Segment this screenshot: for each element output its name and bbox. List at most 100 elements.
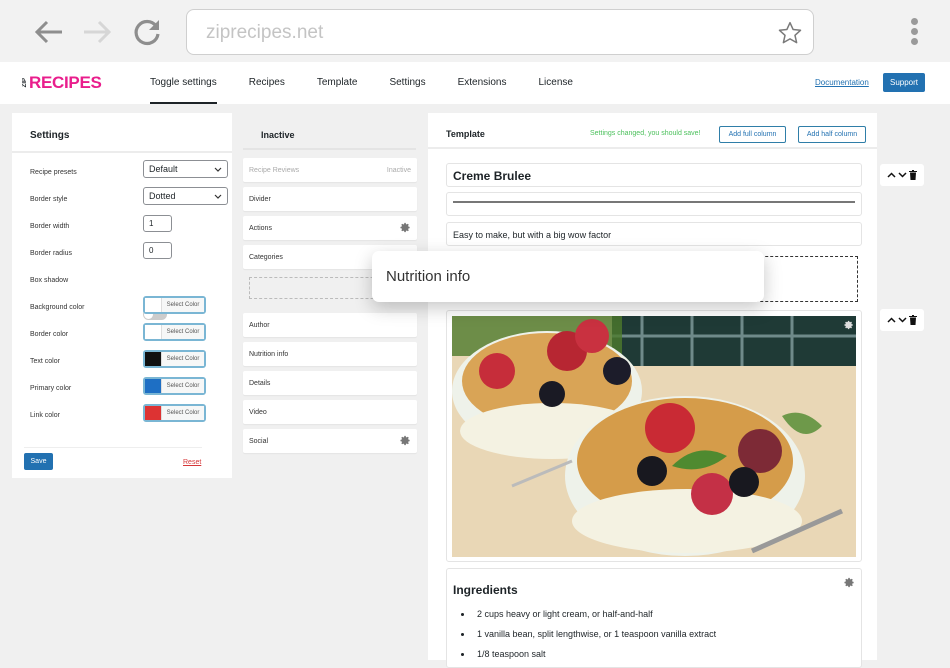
border-style-select[interactable]: Dotted bbox=[143, 187, 228, 205]
item-label: Author bbox=[249, 321, 270, 329]
template-title: Template bbox=[446, 129, 485, 139]
border-color-picker[interactable]: Select Color bbox=[143, 323, 206, 341]
tab-toggle-settings[interactable]: Toggle settings bbox=[150, 62, 217, 104]
border-color-label: Border color bbox=[30, 331, 69, 338]
divider-line bbox=[453, 201, 855, 203]
tab-license[interactable]: License bbox=[539, 62, 573, 104]
tab-recipes[interactable]: Recipes bbox=[249, 62, 285, 104]
color-swatch bbox=[145, 325, 162, 339]
background-color-label: Background color bbox=[30, 304, 85, 311]
chevron-down-icon bbox=[214, 167, 222, 172]
color-swatch bbox=[145, 298, 162, 312]
item-label: Details bbox=[249, 379, 271, 387]
kebab-menu-icon bbox=[910, 18, 918, 25]
gear-icon[interactable] bbox=[400, 222, 411, 235]
recipe-title-block[interactable]: Creme Brulee bbox=[446, 163, 862, 187]
ingredients-block[interactable]: Ingredients 2 cups heavy or light cream,… bbox=[446, 568, 862, 668]
bookmark-button[interactable] bbox=[777, 20, 803, 51]
border-width-label: Border width bbox=[30, 223, 70, 230]
recipe-presets-label: Recipe presets bbox=[30, 169, 77, 176]
item-label: Divider bbox=[249, 195, 271, 203]
inactive-item-recipe-reviews[interactable]: Recipe Reviews Inactive bbox=[243, 158, 417, 182]
primary-color-label: Primary color bbox=[30, 385, 72, 392]
border-radius-input[interactable]: 0 bbox=[143, 242, 172, 259]
address-bar[interactable]: ziprecipes.net bbox=[186, 9, 814, 55]
inactive-status: Inactive bbox=[386, 166, 411, 174]
recipe-image bbox=[452, 316, 856, 557]
background-color-picker[interactable]: Select Color bbox=[143, 296, 206, 314]
ingredient-item: 2 cups heavy or light cream, or half-and… bbox=[473, 609, 855, 619]
settings-panel: Settings Recipe presets Default Border s… bbox=[12, 113, 232, 478]
inactive-item-social[interactable]: Social bbox=[243, 429, 417, 453]
gear-icon[interactable] bbox=[844, 575, 855, 593]
reload-button[interactable] bbox=[131, 16, 163, 48]
reset-link[interactable]: Reset bbox=[183, 459, 201, 466]
main-tabs: Toggle settings Recipes Template Setting… bbox=[150, 62, 605, 104]
settings-title: Settings bbox=[12, 113, 232, 153]
border-style-label: Border style bbox=[30, 196, 68, 203]
divider-block[interactable] bbox=[446, 192, 862, 216]
chevron-up-icon[interactable] bbox=[887, 317, 896, 323]
row-controls bbox=[880, 309, 924, 331]
browser-menu-button[interactable] bbox=[907, 18, 921, 48]
star-icon bbox=[778, 21, 802, 44]
save-button[interactable]: Save bbox=[24, 453, 53, 470]
item-label: Video bbox=[249, 408, 267, 416]
back-button[interactable] bbox=[33, 16, 65, 48]
description-block[interactable]: Easy to make, but with a big wow factor bbox=[446, 222, 862, 246]
support-button[interactable]: Support bbox=[883, 73, 925, 92]
tab-settings[interactable]: Settings bbox=[389, 62, 425, 104]
select-color-label: Select Color bbox=[162, 298, 204, 312]
chevron-down-icon[interactable] bbox=[898, 317, 907, 323]
select-color-label: Select Color bbox=[162, 352, 204, 366]
text-color-picker[interactable]: Select Color bbox=[143, 350, 206, 368]
recipe-presets-select[interactable]: Default bbox=[143, 160, 228, 178]
item-label: Actions bbox=[249, 224, 272, 232]
text-color-label: Text color bbox=[30, 358, 60, 365]
inactive-item-nutrition-info[interactable]: Nutrition info bbox=[243, 342, 417, 366]
select-color-label: Select Color bbox=[162, 325, 204, 339]
inactive-item-video[interactable]: Video bbox=[243, 400, 417, 424]
chevron-down-icon bbox=[214, 194, 222, 199]
inactive-item-author[interactable]: Author bbox=[243, 313, 417, 337]
tab-extensions[interactable]: Extensions bbox=[458, 62, 507, 104]
border-radius-label: Border radius bbox=[30, 250, 73, 257]
item-label: Social bbox=[249, 437, 269, 445]
template-header: Template Settings changed, you should sa… bbox=[428, 113, 877, 149]
app-header: ZIP RECIPES Toggle settings Recipes Temp… bbox=[0, 62, 950, 104]
trash-icon[interactable] bbox=[909, 315, 917, 325]
inactive-item-actions[interactable]: Actions bbox=[243, 216, 417, 240]
primary-color-picker[interactable]: Select Color bbox=[143, 377, 206, 395]
url-text: ziprecipes.net bbox=[206, 22, 324, 43]
recipe-description: Easy to make, but with a big wow factor bbox=[453, 230, 612, 240]
gear-icon[interactable] bbox=[844, 317, 854, 335]
ingredients-list: 2 cups heavy or light cream, or half-and… bbox=[453, 609, 855, 659]
logo-text: RECIPES bbox=[29, 73, 102, 92]
item-label: Nutrition info bbox=[249, 350, 289, 358]
drag-preview[interactable]: Nutrition info bbox=[372, 251, 764, 302]
recipe-presets-value: Default bbox=[149, 164, 178, 174]
ingredient-item: 1/8 teaspoon salt bbox=[473, 649, 855, 659]
gear-icon[interactable] bbox=[400, 435, 411, 448]
tab-template[interactable]: Template bbox=[317, 62, 358, 104]
chevron-up-icon[interactable] bbox=[887, 172, 896, 178]
row-controls bbox=[880, 164, 924, 186]
arrow-left-icon bbox=[34, 20, 62, 44]
link-color-picker[interactable]: Select Color bbox=[143, 404, 206, 422]
trash-icon[interactable] bbox=[909, 170, 917, 180]
ingredient-item: 1 vanilla bean, split lengthwise, or 1 t… bbox=[473, 629, 855, 639]
inactive-item-details[interactable]: Details bbox=[243, 371, 417, 395]
chevron-down-icon[interactable] bbox=[898, 172, 907, 178]
inactive-item-divider[interactable]: Divider bbox=[243, 187, 417, 211]
add-full-column-button[interactable]: Add full column bbox=[719, 126, 786, 143]
browser-toolbar: ziprecipes.net bbox=[0, 0, 950, 62]
divider bbox=[24, 447, 202, 448]
add-half-column-button[interactable]: Add half column bbox=[798, 126, 866, 143]
settings-changed-message: Settings changed, you should save! bbox=[590, 130, 701, 137]
color-swatch bbox=[145, 352, 162, 366]
documentation-link[interactable]: Documentation bbox=[815, 78, 869, 87]
forward-button[interactable] bbox=[81, 16, 113, 48]
link-color-label: Link color bbox=[30, 412, 60, 419]
border-width-input[interactable]: 1 bbox=[143, 215, 172, 232]
arrow-right-icon bbox=[84, 20, 112, 44]
